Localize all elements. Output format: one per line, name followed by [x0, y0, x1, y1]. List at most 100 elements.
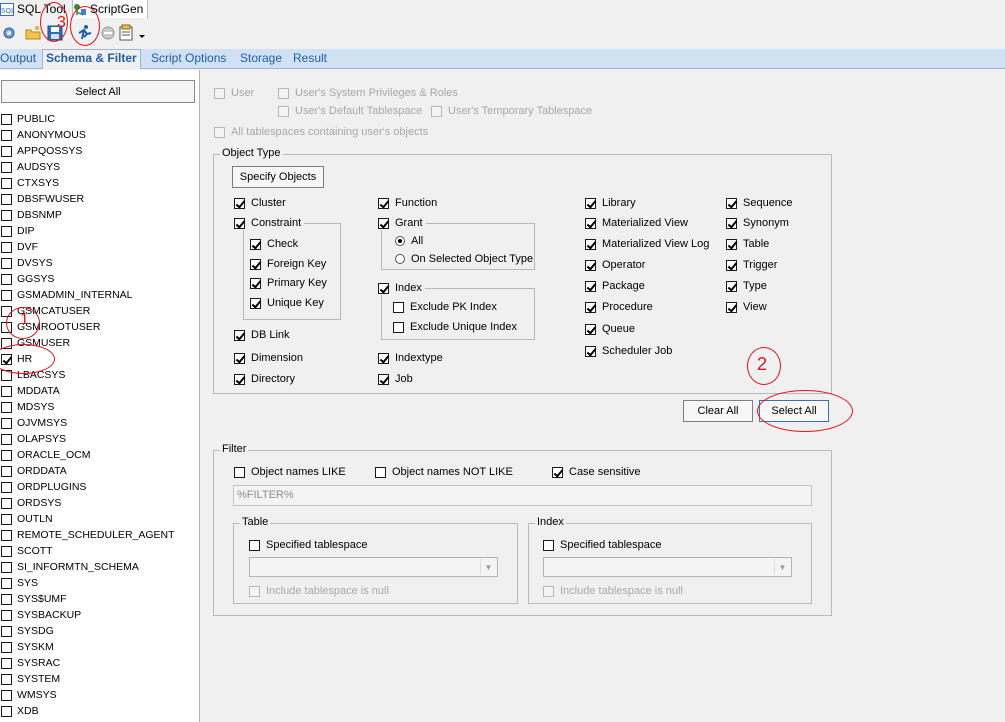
- user-checkbox[interactable]: [1, 529, 12, 541]
- user-list-item[interactable]: SYSRAC: [0, 655, 60, 671]
- index-specified-tablespace-checkbox[interactable]: [543, 539, 554, 551]
- sys-privileges-checkbox[interactable]: [278, 87, 289, 99]
- table-specified-tablespace-option[interactable]: Specified tablespace: [249, 538, 368, 552]
- user-list-item[interactable]: SYS: [0, 575, 38, 591]
- user-option[interactable]: User: [214, 86, 254, 100]
- synonym-checkbox[interactable]: [726, 217, 737, 229]
- user-checkbox[interactable]: [1, 433, 12, 445]
- grant-option[interactable]: Grant: [378, 216, 426, 230]
- user-list-item[interactable]: WMSYS: [0, 687, 57, 703]
- user-checkbox[interactable]: [1, 449, 12, 461]
- foreign-key-option[interactable]: Foreign Key: [250, 257, 326, 271]
- table-include-null-option[interactable]: Include tablespace is null: [249, 584, 389, 598]
- user-checkbox[interactable]: [1, 689, 12, 701]
- function-option[interactable]: Function: [378, 196, 437, 210]
- user-list-item[interactable]: SYS$UMF: [0, 591, 67, 607]
- user-checkbox[interactable]: [1, 593, 12, 605]
- directory-option[interactable]: Directory: [234, 372, 295, 386]
- user-list-item[interactable]: PUBLIC: [0, 111, 55, 127]
- operator-checkbox[interactable]: [585, 259, 596, 271]
- user-checkbox[interactable]: [1, 177, 12, 189]
- materialized-view-log-checkbox[interactable]: [585, 238, 596, 250]
- user-list-item[interactable]: SYSKM: [0, 639, 54, 655]
- job-option[interactable]: Job: [378, 372, 413, 386]
- user-list-item[interactable]: MDDATA: [0, 383, 60, 399]
- index-include-null-checkbox[interactable]: [543, 585, 554, 597]
- temp-tablespace-option[interactable]: User's Temporary Tablespace: [431, 104, 592, 118]
- index-include-null-option[interactable]: Include tablespace is null: [543, 584, 683, 598]
- specify-objects-button[interactable]: Specify Objects: [232, 166, 324, 188]
- table-specified-tablespace-checkbox[interactable]: [249, 539, 260, 551]
- filter-pattern-input[interactable]: %FILTER%: [233, 485, 812, 506]
- default-tablespace-checkbox[interactable]: [278, 105, 289, 117]
- index-checkbox[interactable]: [378, 282, 389, 294]
- grant-all-option[interactable]: All: [395, 234, 423, 248]
- package-option[interactable]: Package: [585, 279, 645, 293]
- function-checkbox[interactable]: [378, 197, 389, 209]
- queue-checkbox[interactable]: [585, 323, 596, 335]
- user-list-item[interactable]: APPQOSSYS: [0, 143, 82, 159]
- user-checkbox[interactable]: [1, 225, 12, 237]
- table-option[interactable]: Table: [726, 237, 769, 251]
- tab-script-options[interactable]: Script Options: [151, 50, 226, 67]
- dimension-checkbox[interactable]: [234, 352, 245, 364]
- user-checkbox[interactable]: [1, 385, 12, 397]
- trigger-checkbox[interactable]: [726, 259, 737, 271]
- user-checkbox[interactable]: [1, 465, 12, 477]
- user-checkbox[interactable]: [1, 161, 12, 173]
- case-sensitive-checkbox[interactable]: [552, 466, 563, 478]
- user-checkbox[interactable]: [214, 87, 225, 99]
- user-checkbox[interactable]: [1, 561, 12, 573]
- user-checkbox[interactable]: [1, 641, 12, 653]
- user-list-item[interactable]: DBSFWUSER: [0, 191, 84, 207]
- user-list-item[interactable]: OUTLN: [0, 511, 53, 527]
- user-checkbox[interactable]: [1, 193, 12, 205]
- package-checkbox[interactable]: [585, 280, 596, 292]
- scheduler-job-option[interactable]: Scheduler Job: [585, 344, 672, 358]
- materialized-view-option[interactable]: Materialized View: [585, 216, 688, 230]
- user-checkbox[interactable]: [1, 129, 12, 141]
- index-option[interactable]: Index: [378, 281, 425, 295]
- user-list-item[interactable]: MDSYS: [0, 399, 54, 415]
- check-checkbox[interactable]: [250, 238, 261, 250]
- view-option[interactable]: View: [726, 300, 767, 314]
- trigger-option[interactable]: Trigger: [726, 258, 777, 272]
- user-checkbox[interactable]: [1, 625, 12, 637]
- user-list-item[interactable]: DIP: [0, 223, 35, 239]
- type-checkbox[interactable]: [726, 280, 737, 292]
- default-tablespace-option[interactable]: User's Default Tablespace: [278, 104, 422, 118]
- all-tablespaces-option[interactable]: All tablespaces containing user's object…: [214, 125, 428, 139]
- procedure-checkbox[interactable]: [585, 301, 596, 313]
- user-checkbox[interactable]: [1, 209, 12, 221]
- foreign-key-checkbox[interactable]: [250, 258, 261, 270]
- user-list-item[interactable]: DBSNMP: [0, 207, 62, 223]
- indextype-option[interactable]: Indextype: [378, 351, 443, 365]
- sequence-checkbox[interactable]: [726, 197, 737, 209]
- names-like-checkbox[interactable]: [234, 466, 245, 478]
- db-link-checkbox[interactable]: [234, 329, 245, 341]
- tab-output[interactable]: Output: [0, 50, 36, 67]
- scheduler-job-checkbox[interactable]: [585, 345, 596, 357]
- library-checkbox[interactable]: [585, 197, 596, 209]
- dimension-option[interactable]: Dimension: [234, 351, 303, 365]
- user-list-item[interactable]: XDB: [0, 703, 39, 719]
- user-checkbox[interactable]: [1, 705, 12, 717]
- db-link-option[interactable]: DB Link: [234, 328, 290, 342]
- select-all-users-button[interactable]: Select All: [1, 80, 195, 103]
- grant-all-radio[interactable]: [395, 236, 405, 246]
- sys-privileges-option[interactable]: User's System Privileges & Roles: [278, 86, 458, 100]
- options-gear-button[interactable]: [0, 24, 18, 42]
- temp-tablespace-checkbox[interactable]: [431, 105, 442, 117]
- type-option[interactable]: Type: [726, 279, 767, 293]
- names-not-like-checkbox[interactable]: [375, 466, 386, 478]
- names-not-like-option[interactable]: Object names NOT LIKE: [375, 465, 513, 479]
- user-list-item[interactable]: ORACLE_OCM: [0, 447, 91, 463]
- user-list-item[interactable]: GSMADMIN_INTERNAL: [0, 287, 133, 303]
- job-checkbox[interactable]: [378, 373, 389, 385]
- user-checkbox[interactable]: [1, 289, 12, 301]
- view-checkbox[interactable]: [726, 301, 737, 313]
- user-checkbox[interactable]: [1, 113, 12, 125]
- user-checkbox[interactable]: [1, 241, 12, 253]
- user-checkbox[interactable]: [1, 497, 12, 509]
- tab-storage[interactable]: Storage: [240, 50, 282, 67]
